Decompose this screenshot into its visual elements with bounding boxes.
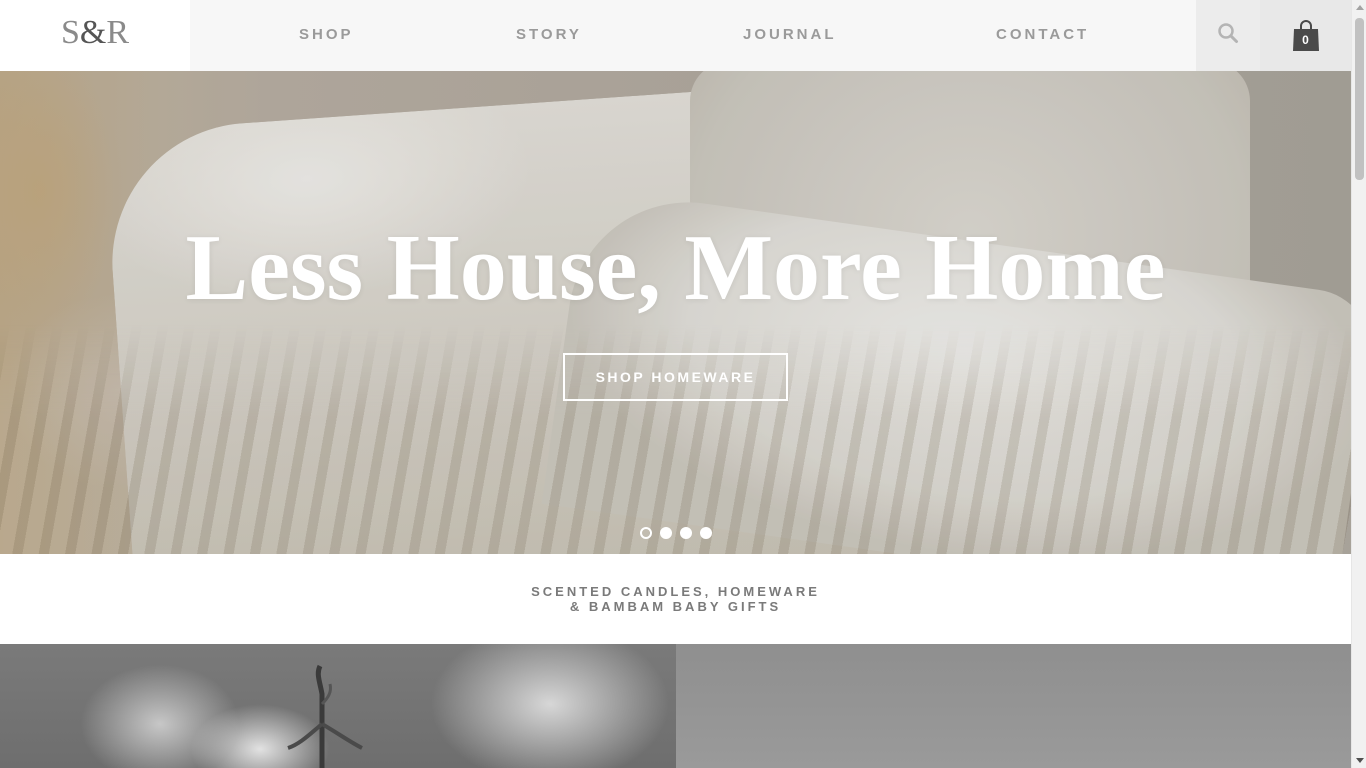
scroll-down-icon[interactable] (1356, 758, 1364, 763)
logo-ampersand: & (79, 13, 107, 51)
main-nav: SHOP STORY JOURNAL CONTACT (190, 0, 1196, 71)
cart-button[interactable]: 0 (1260, 0, 1351, 71)
page: S & R SHOP STORY JOURNAL CONTACT 0 Less … (0, 0, 1366, 768)
feature-tile-homeware[interactable] (676, 644, 1351, 768)
logo-letter-s: S (60, 13, 80, 51)
hero-slider: Less House, More Home SHOP HOMEWARE (0, 71, 1351, 554)
tagline: SCENTED CANDLES, HOMEWARE & BAMBAM BABY … (0, 554, 1351, 644)
shopping-bag-icon: 0 (1292, 19, 1320, 52)
tagline-line-1: SCENTED CANDLES, HOMEWARE (531, 584, 820, 599)
nav-story[interactable]: STORY (516, 26, 582, 43)
slider-dot-4[interactable] (699, 527, 712, 539)
nav-shop[interactable]: SHOP (299, 26, 354, 43)
logo-letter-r: R (106, 13, 130, 51)
site-header: S & R SHOP STORY JOURNAL CONTACT 0 (0, 0, 1351, 71)
antler-ornament-image (280, 664, 370, 768)
scroll-up-icon[interactable] (1356, 5, 1364, 10)
search-button[interactable] (1196, 0, 1260, 71)
slider-dot-3[interactable] (679, 527, 692, 539)
slider-dot-1[interactable] (639, 527, 652, 539)
site-logo[interactable]: S & R (0, 0, 190, 71)
page-scrollbar[interactable] (1351, 0, 1366, 768)
nav-journal[interactable]: JOURNAL (743, 26, 837, 43)
scrollbar-thumb[interactable] (1355, 18, 1364, 180)
nav-contact[interactable]: CONTACT (996, 26, 1089, 43)
slider-dot-2[interactable] (659, 527, 672, 539)
hero-title: Less House, More Home (185, 216, 1166, 320)
shop-homeware-button[interactable]: SHOP HOMEWARE (563, 353, 788, 401)
cart-count: 0 (1302, 32, 1309, 47)
tagline-line-2: & BAMBAM BABY GIFTS (569, 599, 782, 614)
search-icon (1217, 22, 1239, 49)
feature-tile-candles[interactable] (0, 644, 676, 768)
slider-dots (0, 527, 1351, 539)
tile-blur (430, 644, 670, 768)
